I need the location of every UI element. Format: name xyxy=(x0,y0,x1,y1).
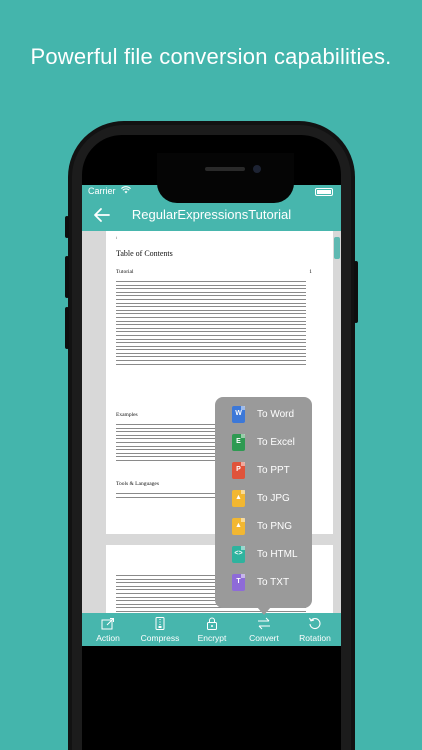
toc-entries xyxy=(116,281,306,367)
mute-switch xyxy=(65,216,69,238)
convert-to-jpg[interactable]: ▲ To JPG xyxy=(215,488,312,510)
convert-to-word[interactable]: W To Word xyxy=(215,404,312,426)
phone-frame: Carrier 6:41 PM RegularExpressionsTutori… xyxy=(65,121,358,750)
tab-compress[interactable]: Compress xyxy=(134,613,186,646)
toc-section-heading: Tutorial 1 xyxy=(116,269,326,275)
notch xyxy=(157,153,294,203)
convert-icon xyxy=(258,617,270,630)
tab-label: Convert xyxy=(249,633,279,643)
menu-item-label: To TXT xyxy=(257,577,290,588)
screen-bottom xyxy=(82,646,341,750)
menu-item-label: To Word xyxy=(257,409,295,420)
tab-convert[interactable]: Convert xyxy=(238,613,290,646)
compress-icon xyxy=(155,617,165,630)
volume-up-button xyxy=(65,256,69,298)
tab-label: Rotation xyxy=(299,633,331,643)
tab-label: Encrypt xyxy=(197,633,227,643)
tab-label: Action xyxy=(96,633,120,643)
rotate-icon xyxy=(309,617,321,630)
speaker xyxy=(205,167,245,171)
share-icon xyxy=(101,618,114,630)
jpg-file-icon: ▲ xyxy=(232,490,245,507)
word-file-icon: W xyxy=(232,406,245,423)
menu-item-label: To JPG xyxy=(257,493,290,504)
battery-icon xyxy=(315,188,333,196)
menu-item-label: To Excel xyxy=(257,437,295,448)
excel-file-icon: E xyxy=(232,434,245,451)
txt-file-icon: T xyxy=(232,574,245,591)
toc-section-label: Tutorial xyxy=(116,269,134,275)
toc-entries xyxy=(116,493,226,500)
toc-title: Table of Contents xyxy=(116,249,173,258)
convert-to-html[interactable]: <> To HTML xyxy=(215,544,312,566)
nav-bar: RegularExpressionsTutorial xyxy=(82,199,341,231)
convert-to-ppt[interactable]: P To PPT xyxy=(215,460,312,482)
toc-entries xyxy=(116,424,226,464)
page-number: i xyxy=(116,235,118,240)
menu-item-label: To PNG xyxy=(257,521,293,532)
menu-item-label: To HTML xyxy=(257,549,298,560)
tab-action[interactable]: Action xyxy=(82,613,134,646)
convert-menu: W To Word E To Excel P To PPT ▲ To JPG ▲… xyxy=(215,397,312,615)
html-file-icon: <> xyxy=(232,546,245,563)
toc-section-page: 1 xyxy=(309,269,312,275)
power-button xyxy=(354,261,358,323)
convert-to-excel[interactable]: E To Excel xyxy=(215,432,312,454)
tab-label: Compress xyxy=(140,633,180,643)
png-file-icon: ▲ xyxy=(232,518,245,535)
phone-screen: Carrier 6:41 PM RegularExpressionsTutori… xyxy=(82,135,341,750)
document-title: RegularExpressionsTutorial xyxy=(131,207,292,222)
convert-to-png[interactable]: ▲ To PNG xyxy=(215,516,312,538)
scroll-handle[interactable] xyxy=(334,237,340,259)
camera xyxy=(253,165,261,173)
menu-item-label: To PPT xyxy=(257,465,290,476)
convert-to-txt[interactable]: T To TXT xyxy=(215,572,312,594)
ppt-file-icon: P xyxy=(232,462,245,479)
tab-rotation[interactable]: Rotation xyxy=(289,613,341,646)
volume-down-button xyxy=(65,307,69,349)
tab-encrypt[interactable]: Encrypt xyxy=(186,613,238,646)
lock-icon xyxy=(207,617,217,630)
headline: Powerful file conversion capabilities. xyxy=(30,44,392,69)
tab-bar: Action Compress Encrypt Convert Rotation xyxy=(82,613,341,646)
